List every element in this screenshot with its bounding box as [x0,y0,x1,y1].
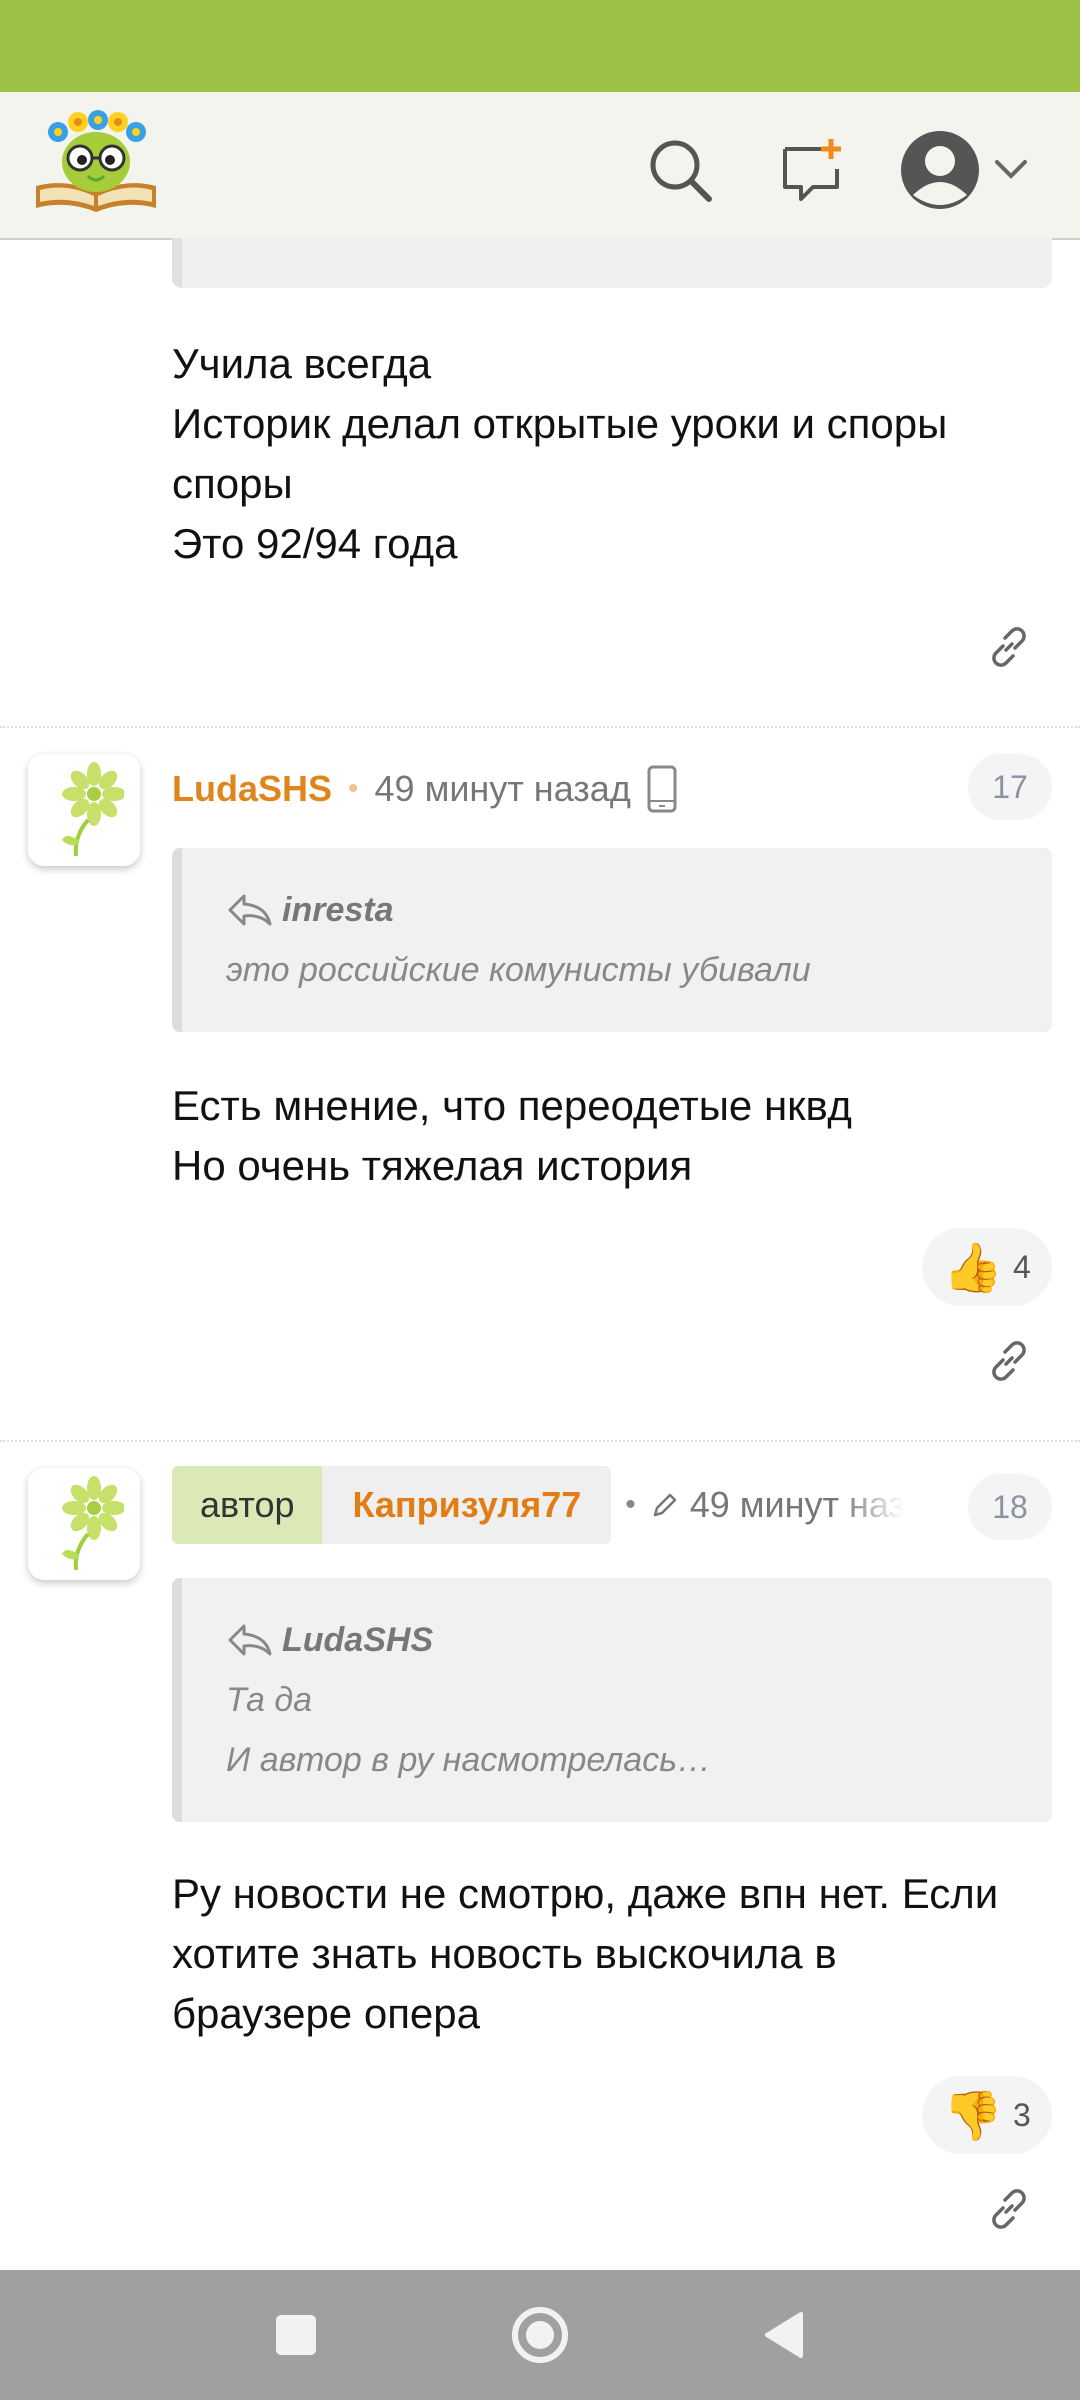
quote-text: это российские комунисты убивали [226,951,811,989]
quote-text: И автор в ру насмотрелась… [226,1741,712,1779]
username-link[interactable]: Капризуля77 [322,1466,612,1544]
comment-meta: автор Капризуля77 • 49 минут назад [172,1466,904,1544]
app-header [0,92,1080,240]
comment-line: хотите знать новость выскочила в [172,1930,837,1977]
comment-line: Историк делал открытые уроки и споры [172,400,948,447]
quote-block: LudaSHS Та да И автор в ру насмотрелась… [172,1578,1052,1822]
quote-author-name: inresta [282,890,394,929]
home-circle-icon [512,2307,568,2363]
comment-line: браузере опера [172,1990,481,2037]
divider [0,726,1080,728]
permalink-button[interactable] [974,2174,1044,2244]
comment-text: Ру новости не смотрю, даже впн нет. Если… [172,1864,998,2044]
comment-meta: LudaSHS • 49 минут назад [172,750,679,828]
separator-dot: • [348,772,359,805]
author-badge: автор Капризуля77 [172,1466,612,1544]
thumbs-up-icon: 👍 [943,1241,1003,1295]
comment-line: Но очень тяжелая история [172,1142,693,1189]
system-navigation-bar [0,2270,1080,2400]
thumbs-down-icon: 👎 [943,2089,1003,2143]
back-triangle-icon [765,2312,803,2358]
quote-block: inresta это российские комунисты убивали [172,848,1052,1032]
dislike-reaction-button[interactable]: 👎 3 [922,2076,1052,2154]
status-bar [0,0,1080,92]
reply-arrow-icon [228,894,272,926]
comment-number-badge[interactable]: 17 [968,754,1052,820]
quote-author-name: LudaSHS [282,1620,434,1659]
username-link[interactable]: LudaSHS [172,768,332,810]
permalink-button[interactable] [974,612,1044,682]
quote-block [172,238,1052,288]
home-button[interactable] [500,2295,580,2375]
like-reaction-button[interactable]: 👍 4 [922,1228,1052,1306]
flower-avatar-icon [62,762,124,857]
flower-avatar-icon [62,1476,124,1571]
new-message-button[interactable] [762,120,862,220]
reply-arrow-icon [228,1624,272,1656]
reaction-count: 4 [1012,1248,1031,1285]
comment-line: Есть мнение, что переодетые нквд [172,1082,852,1129]
new-message-icon [783,139,841,201]
comment-text: Учила всегда Историк делал открытые урок… [172,334,947,574]
avatar[interactable] [28,1468,140,1580]
search-icon [650,140,712,202]
comment-text: Есть мнение, что переодетые нквд Но очен… [172,1076,852,1196]
profile-menu-button[interactable] [890,120,1040,220]
comment-line: споры [172,460,293,507]
mobile-icon [647,765,677,813]
comment-line: Учила всегда [172,340,432,387]
quote-author[interactable]: inresta [226,880,1052,940]
chevron-down-icon [995,160,1027,179]
edit-pencil-icon [653,1493,677,1517]
quote-text: Та да [226,1681,313,1719]
avatar[interactable] [28,754,140,866]
reaction-count: 3 [1012,2096,1031,2133]
separator-dot: • [625,1488,636,1521]
recents-button[interactable] [256,2295,336,2375]
square-icon [276,2315,316,2355]
back-button[interactable] [744,2295,824,2375]
quote-author[interactable]: LudaSHS [226,1610,1052,1670]
comment-line: Это 92/94 года [172,520,458,567]
search-button[interactable] [630,120,730,220]
timestamp: 49 минут назад [374,768,631,809]
author-tag: автор [172,1466,323,1544]
link-icon [992,1341,1026,1381]
permalink-button[interactable] [974,1326,1044,1396]
link-icon [992,627,1026,667]
profile-icon [901,131,979,209]
divider [0,1440,1080,1442]
logo-icon[interactable] [32,108,160,220]
link-icon [992,2189,1026,2229]
comment-number-badge[interactable]: 18 [968,1474,1052,1540]
timestamp: 49 минут назад [689,1484,904,1525]
comment-line: Ру новости не смотрю, даже впн нет. Если [172,1870,999,1917]
